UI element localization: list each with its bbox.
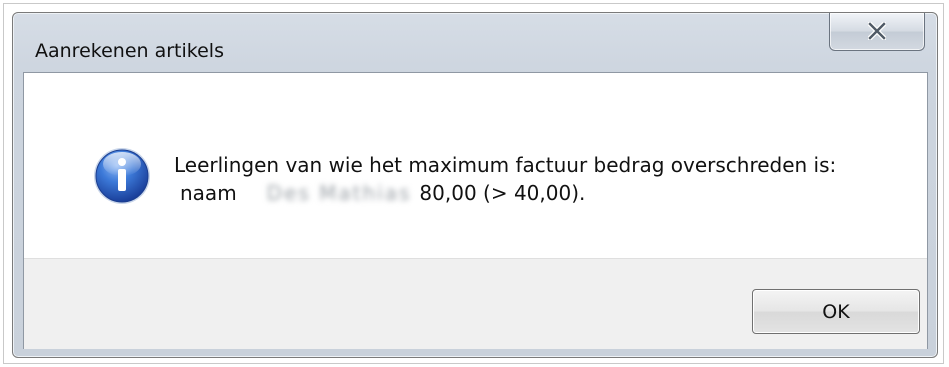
message-line-1: Leerlingen van wie het maximum factuur b… bbox=[174, 153, 837, 177]
redacted-student-name: Des Mathias bbox=[266, 181, 412, 205]
close-button[interactable] bbox=[829, 13, 925, 51]
close-icon bbox=[868, 22, 886, 40]
title-bar[interactable]: Aanrekenen artikels bbox=[13, 13, 937, 71]
ok-button[interactable]: OK bbox=[752, 289, 920, 334]
window-title: Aanrekenen artikels bbox=[35, 40, 224, 62]
name-label: naam bbox=[180, 181, 237, 205]
button-bar: OK bbox=[24, 258, 927, 349]
screenshot: Aanrekenen artikels Leerlingen van wie h… bbox=[0, 0, 949, 367]
message-text: Leerlingen van wie het maximum factuur b… bbox=[174, 151, 836, 207]
info-icon bbox=[94, 148, 150, 204]
amount-text: 80,00 (> 40,00). bbox=[419, 181, 586, 205]
message-line-2: naam Des Mathias 80,00 (> 40,00). bbox=[174, 179, 836, 207]
dialog-client-area: Leerlingen van wie het maximum factuur b… bbox=[23, 72, 928, 349]
message-area: Leerlingen van wie het maximum factuur b… bbox=[24, 73, 927, 258]
message-dialog: Aanrekenen artikels Leerlingen van wie h… bbox=[12, 12, 938, 358]
